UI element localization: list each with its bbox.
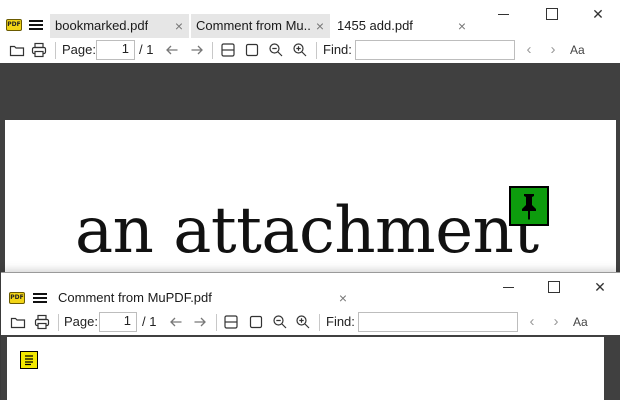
pushpin-icon[interactable]	[509, 186, 549, 226]
open-folder-icon[interactable]	[10, 314, 26, 330]
tab-comment-from-mupdf[interactable]: Comment from MuPDF.pdf ×	[53, 286, 351, 310]
find-label: Find:	[326, 314, 355, 329]
zoom-out-icon[interactable]	[272, 314, 288, 330]
print-icon[interactable]	[34, 314, 50, 330]
title-bar: PDF bookmarked.pdf × Comment from Mu... …	[0, 0, 620, 38]
toolbar-separator	[212, 42, 213, 59]
fit-page-icon[interactable]	[248, 314, 264, 330]
tab-label: Comment from MuPDF.pdf	[58, 290, 212, 305]
tab-label: 1455 add.pdf	[337, 18, 413, 33]
zoom-in-icon[interactable]	[295, 314, 311, 330]
toolbar: Page: 1 / 1 Find: ‹ › Aa	[0, 37, 620, 63]
match-case-icon[interactable]: Aa	[573, 313, 588, 331]
menu-icon[interactable]	[33, 292, 47, 304]
tab-bookmarked[interactable]: bookmarked.pdf ×	[50, 14, 189, 38]
secondary-window: PDF Comment from MuPDF.pdf × ✕ Page: 1 /…	[1, 272, 620, 400]
app-pdf-icon: PDF	[6, 19, 22, 31]
page-label: Page:	[62, 42, 96, 57]
find-previous-icon[interactable]: ‹	[524, 313, 540, 331]
minimize-button[interactable]	[492, 6, 516, 22]
minimize-button[interactable]	[497, 279, 521, 295]
menu-icon[interactable]	[29, 19, 43, 31]
pdf-page	[7, 337, 604, 400]
match-case-icon[interactable]: Aa	[570, 41, 585, 59]
page-total: / 1	[139, 42, 154, 57]
back-arrow-icon[interactable]	[164, 42, 180, 58]
find-input[interactable]	[358, 312, 518, 332]
tab-label: bookmarked.pdf	[55, 18, 149, 33]
document-text: an attachment	[75, 194, 539, 268]
zoom-in-icon[interactable]	[292, 42, 308, 58]
fit-width-icon[interactable]	[223, 314, 239, 330]
find-next-icon[interactable]: ›	[545, 41, 561, 59]
page-total: / 1	[142, 314, 157, 329]
tab-1455-add[interactable]: 1455 add.pdf ×	[332, 14, 472, 38]
print-icon[interactable]	[31, 42, 47, 58]
tab-close-icon[interactable]: ×	[316, 14, 324, 38]
find-label: Find:	[323, 42, 352, 57]
toolbar-separator	[319, 314, 320, 331]
forward-arrow-icon[interactable]	[192, 314, 208, 330]
tab-label: Comment from Mu...	[196, 18, 312, 33]
toolbar-separator	[55, 42, 56, 59]
app-pdf-icon: PDF	[9, 292, 25, 304]
open-folder-icon[interactable]	[9, 42, 25, 58]
page-number-input[interactable]: 1	[99, 312, 137, 332]
toolbar-separator	[316, 42, 317, 59]
page-label: Page:	[64, 314, 98, 329]
toolbar: Page: 1 / 1 Find: ‹ › Aa	[1, 309, 620, 335]
title-bar: PDF Comment from MuPDF.pdf × ✕	[1, 273, 620, 311]
tab-comment[interactable]: Comment from Mu... ×	[191, 14, 330, 38]
forward-arrow-icon[interactable]	[189, 42, 205, 58]
tab-close-icon[interactable]: ×	[339, 286, 347, 310]
maximize-button[interactable]	[541, 279, 565, 295]
find-next-icon[interactable]: ›	[548, 313, 564, 331]
toolbar-separator	[58, 314, 59, 331]
document-viewer[interactable]	[1, 335, 620, 400]
sticky-note-icon[interactable]	[20, 351, 38, 369]
fit-width-icon[interactable]	[220, 42, 236, 58]
find-previous-icon[interactable]: ‹	[521, 41, 537, 59]
tab-close-icon[interactable]: ×	[175, 14, 183, 38]
page-number-input[interactable]: 1	[96, 40, 135, 60]
close-button[interactable]: ✕	[586, 6, 610, 22]
back-arrow-icon[interactable]	[168, 314, 184, 330]
find-input[interactable]	[355, 40, 515, 60]
maximize-button[interactable]	[539, 6, 563, 22]
toolbar-separator	[216, 314, 217, 331]
fit-page-icon[interactable]	[244, 42, 260, 58]
tab-close-icon[interactable]: ×	[458, 14, 466, 38]
zoom-out-icon[interactable]	[268, 42, 284, 58]
close-button[interactable]: ✕	[588, 279, 612, 295]
